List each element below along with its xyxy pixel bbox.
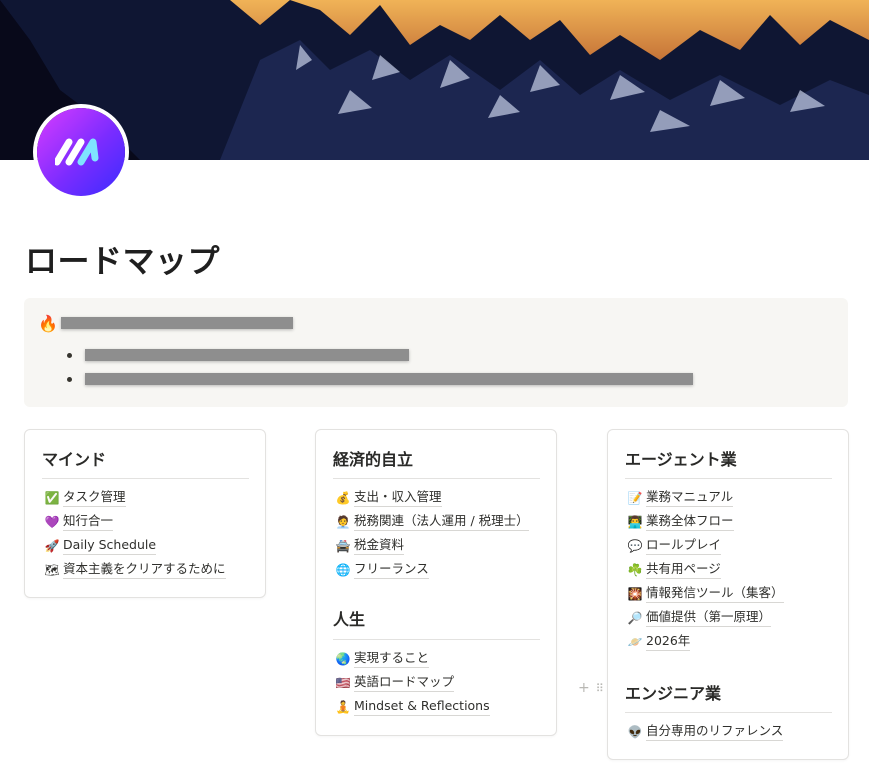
link-label[interactable]: 自分専用のリファレンス — [646, 723, 784, 741]
callout-block[interactable]: 🔥 — [24, 298, 848, 407]
card-heading[interactable]: 経済的自立 — [333, 446, 413, 470]
list-item[interactable]: 🎇 情報発信ツール（集客） — [627, 584, 784, 604]
list-item[interactable]: 💜 知行合一 — [44, 512, 114, 532]
redacted-text — [85, 373, 693, 385]
card-agent-engineer: エージェント業 📝 業務マニュアル 👨‍💻 業務全体フロー 💬 ロールプレイ ☘… — [607, 429, 849, 760]
link-label[interactable]: 情報発信ツール（集客） — [646, 585, 784, 603]
checkmark-icon: ✅ — [44, 491, 60, 505]
list-item[interactable]: 👽 自分専用のリファレンス — [627, 722, 784, 742]
alien-icon: 👽 — [627, 725, 643, 739]
card-heading[interactable]: エージェント業 — [625, 446, 737, 470]
link-label[interactable]: 税金資料 — [354, 537, 405, 555]
divider — [625, 478, 832, 479]
list-item[interactable]: ☘️ 共有用ページ — [627, 560, 721, 580]
technologist-icon: 👨‍💻 — [627, 515, 643, 529]
list-item[interactable]: 🧑‍💼 税務関連（法人運用 / 税理士） — [335, 512, 529, 532]
list-item[interactable]: ✅ タスク管理 — [44, 488, 126, 508]
speech-bubble-icon: 💬 — [627, 539, 643, 553]
money-bag-icon: 💰 — [335, 491, 351, 505]
link-label[interactable]: Mindset & Reflections — [354, 698, 490, 716]
link-label[interactable]: Daily Schedule — [63, 537, 157, 555]
list-item[interactable]: 🚀 Daily Schedule — [44, 536, 157, 556]
fire-icon: 🔥 — [38, 314, 58, 333]
logo-m-icon — [55, 138, 99, 166]
link-label[interactable]: タスク管理 — [63, 489, 126, 507]
mountain-landscape — [0, 0, 869, 160]
card-mind: マインド ✅ タスク管理 💜 知行合一 🚀 Daily Schedule 🗺 資… — [24, 429, 266, 598]
card-heading[interactable]: マインド — [42, 446, 106, 470]
card-economic-life: 経済的自立 💰 支出・収入管理 🧑‍💼 税務関連（法人運用 / 税理士） 🚔 税… — [315, 429, 557, 736]
list-item[interactable]: 🗺 資本主義をクリアするために — [44, 560, 226, 580]
map-icon: 🗺 — [44, 563, 60, 577]
link-label[interactable]: 支出・収入管理 — [354, 489, 442, 507]
card-heading[interactable]: 人生 — [333, 606, 365, 630]
plus-icon[interactable]: + — [578, 680, 590, 696]
redacted-text — [85, 349, 409, 361]
list-item[interactable]: 🚔 税金資料 — [335, 536, 405, 556]
list-item[interactable]: 🌐 フリーランス — [335, 560, 429, 580]
card-heading[interactable]: エンジニア業 — [625, 680, 721, 704]
redacted-text — [61, 317, 293, 329]
link-label[interactable]: 2026年 — [646, 633, 691, 651]
link-label[interactable]: 業務全体フロー — [646, 513, 734, 531]
drag-handle-icon[interactable]: ⠿ — [596, 682, 604, 695]
divider — [625, 712, 832, 713]
divider — [42, 478, 249, 479]
list-item[interactable]: 👨‍💻 業務全体フロー — [627, 512, 734, 532]
purple-heart-icon: 💜 — [44, 515, 60, 529]
link-label[interactable]: 業務マニュアル — [646, 489, 734, 507]
globe-icon: 🌐 — [335, 563, 351, 577]
sparkler-icon: 🎇 — [627, 587, 643, 601]
bullet-dot — [67, 353, 72, 358]
list-item[interactable]: 🔎 価値提供（第一原理） — [627, 608, 772, 628]
link-label[interactable]: 実現すること — [354, 650, 430, 668]
list-item[interactable]: 💰 支出・収入管理 — [335, 488, 442, 508]
list-item[interactable]: 🧘 Mindset & Reflections — [335, 697, 490, 717]
memo-icon: 📝 — [627, 491, 643, 505]
block-handle[interactable]: + ⠿ — [578, 680, 604, 696]
list-item[interactable]: 📝 業務マニュアル — [627, 488, 734, 508]
us-flag-icon: 🇺🇸 — [335, 676, 351, 690]
shamrock-icon: ☘️ — [627, 563, 643, 577]
earth-asia-icon: 🌏 — [335, 652, 351, 666]
page-title[interactable]: ロードマップ — [25, 236, 220, 282]
list-item[interactable]: 🌏 実現すること — [335, 649, 430, 669]
bullet-dot — [67, 377, 72, 382]
list-item[interactable]: 🪐 2026年 — [627, 632, 691, 652]
meditation-icon: 🧘 — [335, 700, 351, 714]
office-worker-icon: 🧑‍💼 — [335, 515, 351, 529]
ringed-planet-icon: 🪐 — [627, 635, 643, 649]
police-car-icon: 🚔 — [335, 539, 351, 553]
cover-image[interactable] — [0, 0, 869, 160]
link-label[interactable]: フリーランス — [354, 561, 429, 579]
divider — [333, 639, 540, 640]
link-label[interactable]: 英語ロードマップ — [354, 674, 455, 692]
link-label[interactable]: ロールプレイ — [646, 537, 722, 555]
link-label[interactable]: 価値提供（第一原理） — [646, 609, 772, 627]
page-icon-logo[interactable] — [37, 108, 125, 196]
link-label[interactable]: 資本主義をクリアするために — [63, 561, 226, 579]
magnifier-icon: 🔎 — [627, 611, 643, 625]
link-label[interactable]: 税務関連（法人運用 / 税理士） — [354, 513, 529, 531]
list-item[interactable]: 🇺🇸 英語ロードマップ — [335, 673, 455, 693]
rocket-icon: 🚀 — [44, 539, 60, 553]
divider — [333, 478, 540, 479]
link-label[interactable]: 共有用ページ — [646, 561, 721, 579]
link-label[interactable]: 知行合一 — [63, 513, 114, 531]
list-item[interactable]: 💬 ロールプレイ — [627, 536, 722, 556]
